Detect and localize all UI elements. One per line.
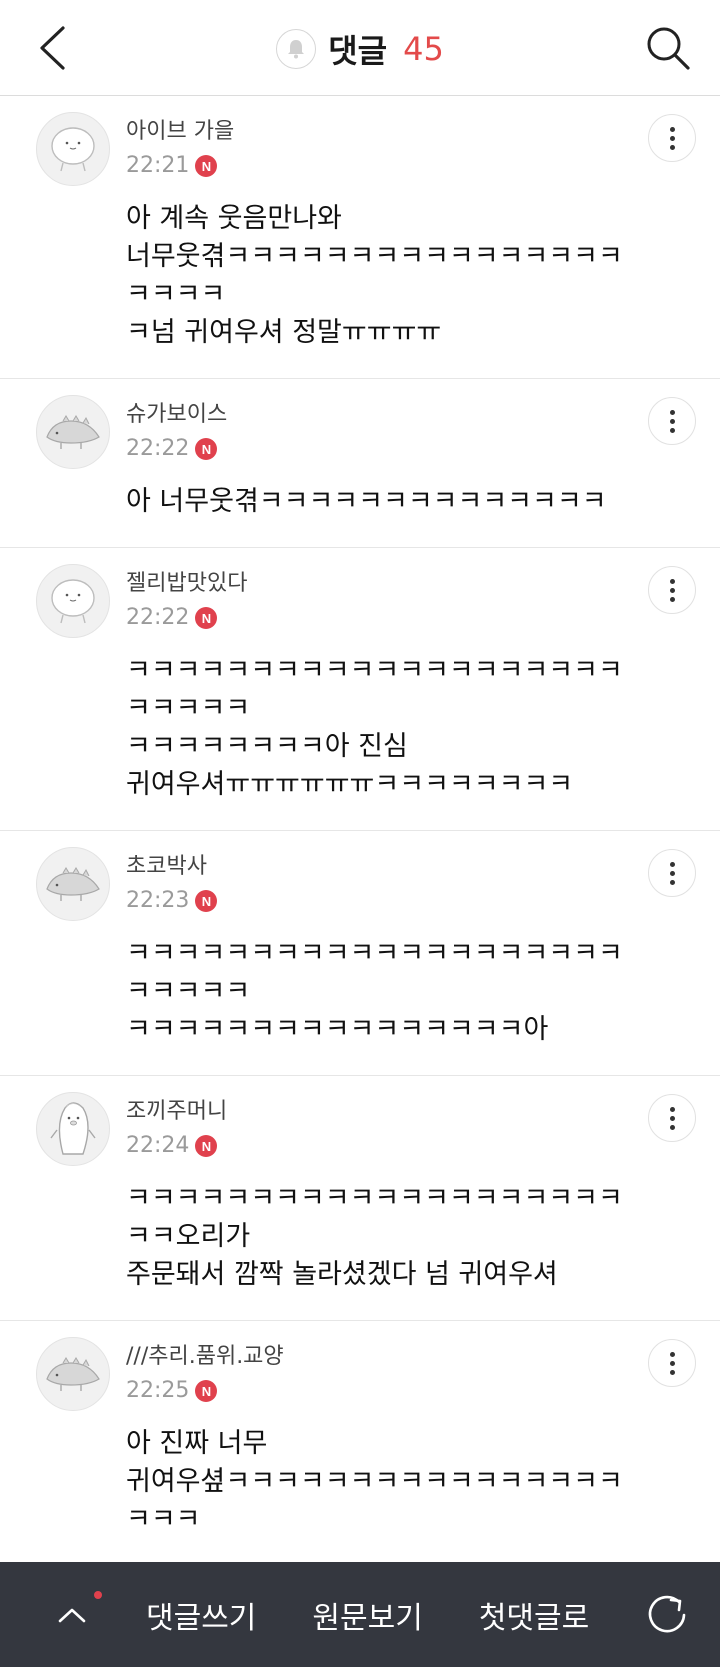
- notification-dot: [94, 1590, 102, 1599]
- comment-time: 22:23: [126, 888, 190, 913]
- scroll-top-button[interactable]: [36, 1579, 108, 1651]
- refresh-icon: [648, 1595, 686, 1632]
- comment-item: 초코박사 22:23 N ㅋㅋㅋㅋㅋㅋㅋㅋㅋㅋㅋㅋㅋㅋㅋㅋㅋㅋㅋㅋㅋㅋㅋㅋㅋ ㅋㅋㅋㅋ…: [0, 831, 720, 1076]
- bell-icon[interactable]: [276, 29, 317, 69]
- chevron-up-icon: [58, 1608, 86, 1622]
- comment-nickname[interactable]: 아이브 가을: [126, 118, 630, 146]
- comment-text: 아 계속 웃음만나와 너무웃겪ㅋㅋㅋㅋㅋㅋㅋㅋㅋㅋㅋㅋㅋㅋㅋㅋㅋㅋㅋㅋ ㅋ넘 귀…: [126, 203, 623, 348]
- more-dot: [669, 1115, 675, 1121]
- new-badge: N: [195, 438, 218, 460]
- more-dot: [669, 578, 675, 584]
- more-dot: [669, 1351, 675, 1357]
- more-dot: [669, 427, 675, 433]
- comment-list[interactable]: 아이브 가을 22:21 N 아 계속 웃음만나와 너무웃겪ㅋㅋㅋㅋㅋㅋㅋㅋㅋㅋㅋㅋㅋ…: [0, 96, 720, 1562]
- view-original-button[interactable]: 원문보기: [312, 1593, 422, 1637]
- new-badge: N: [195, 1135, 218, 1157]
- comment-time: 22:21: [126, 153, 190, 178]
- more-dot: [669, 1106, 675, 1112]
- comment-nickname[interactable]: 슈가보이스: [126, 401, 630, 429]
- more-dot: [669, 418, 675, 424]
- first-comment-button[interactable]: 첫댓글로: [479, 1593, 589, 1637]
- avatar[interactable]: [36, 564, 110, 638]
- comment-item: ///추리.품위.교양 22:25 N 아 진짜 너무 귀여우셮ㅋㅋㅋㅋㅋㅋㅋㅋㅋㅋㅋ…: [0, 1321, 720, 1562]
- new-badge: N: [195, 1380, 218, 1402]
- avatar[interactable]: [36, 847, 110, 921]
- bottom-action-bar: 댓글쓰기 원문보기 첫댓글로: [0, 1562, 720, 1667]
- more-options-button[interactable]: [648, 114, 696, 162]
- more-dot: [669, 1369, 675, 1375]
- comment-text: ㅋㅋㅋㅋㅋㅋㅋㅋㅋㅋㅋㅋㅋㅋㅋㅋㅋㅋㅋㅋㅋㅋㅋㅋㅋ ㅋㅋㅋㅋㅋㅋㅋㅋ아 진심 귀…: [126, 655, 623, 800]
- more-options-button[interactable]: [648, 1094, 696, 1142]
- comment-text: 아 너무웃겪ㅋㅋㅋㅋㅋㅋㅋㅋㅋㅋㅋㅋㅋㅋ: [126, 486, 607, 517]
- avatar[interactable]: [36, 1092, 110, 1166]
- more-dot: [669, 1360, 675, 1366]
- comment-item: 젤리밥맛있다 22:22 N ㅋㅋㅋㅋㅋㅋㅋㅋㅋㅋㅋㅋㅋㅋㅋㅋㅋㅋㅋㅋㅋㅋㅋㅋㅋ ㅋㅋ…: [0, 548, 720, 831]
- comment-item: 슈가보이스 22:22 N 아 너무웃겪ㅋㅋㅋㅋㅋㅋㅋㅋㅋㅋㅋㅋㅋㅋ: [0, 379, 720, 548]
- more-dot: [669, 126, 675, 132]
- search-icon: [647, 27, 690, 70]
- new-badge: N: [195, 155, 218, 177]
- more-dot: [669, 879, 675, 885]
- comment-text: 아 진짜 너무 귀여우셮ㅋㅋㅋㅋㅋㅋㅋㅋㅋㅋㅋㅋㅋㅋㅋㅋㅋㅋㅋ: [126, 1428, 623, 1535]
- comment-time: 22:22: [126, 605, 190, 630]
- comment-nickname[interactable]: ///추리.품위.교양: [126, 1343, 630, 1371]
- comment-text: ㅋㅋㅋㅋㅋㅋㅋㅋㅋㅋㅋㅋㅋㅋㅋㅋㅋㅋㅋㅋㅋㅋ오리가 주문돼서 깜짝 놀라셨겠다 …: [126, 1183, 623, 1290]
- comment-time: 22:22: [126, 436, 190, 461]
- more-dot: [669, 144, 675, 150]
- search-button[interactable]: [640, 20, 696, 76]
- comment-item: 아이브 가을 22:21 N 아 계속 웃음만나와 너무웃겪ㅋㅋㅋㅋㅋㅋㅋㅋㅋㅋㅋㅋㅋ…: [0, 96, 720, 379]
- page-title: 댓글: [328, 32, 388, 70]
- avatar[interactable]: [36, 395, 110, 469]
- more-dot: [669, 861, 675, 867]
- header-bar: 댓글 45: [0, 0, 720, 96]
- more-dot: [669, 409, 675, 415]
- new-badge: N: [195, 890, 218, 912]
- more-dot: [669, 1124, 675, 1130]
- more-options-button[interactable]: [648, 1339, 696, 1387]
- more-dot: [669, 135, 675, 141]
- avatar[interactable]: [36, 112, 110, 186]
- comment-nickname[interactable]: 초코박사: [126, 853, 630, 881]
- more-options-button[interactable]: [648, 849, 696, 897]
- more-dot: [669, 587, 675, 593]
- comment-time: 22:24: [126, 1133, 190, 1158]
- comment-nickname[interactable]: 조끼주머니: [126, 1098, 630, 1126]
- more-options-button[interactable]: [648, 566, 696, 614]
- page-title-group: 댓글 45: [0, 26, 720, 72]
- more-dot: [669, 870, 675, 876]
- write-comment-button[interactable]: 댓글쓰기: [146, 1593, 256, 1637]
- comment-count: 45: [403, 30, 444, 68]
- new-badge: N: [195, 607, 218, 629]
- more-options-button[interactable]: [648, 397, 696, 445]
- avatar[interactable]: [36, 1337, 110, 1411]
- comment-item: 조끼주머니 22:24 N ㅋㅋㅋㅋㅋㅋㅋㅋㅋㅋㅋㅋㅋㅋㅋㅋㅋㅋㅋㅋㅋㅋ오리가 주문돼…: [0, 1076, 720, 1321]
- comment-text: ㅋㅋㅋㅋㅋㅋㅋㅋㅋㅋㅋㅋㅋㅋㅋㅋㅋㅋㅋㅋㅋㅋㅋㅋㅋ ㅋㅋㅋㅋㅋㅋㅋㅋㅋㅋㅋㅋㅋㅋ…: [126, 938, 623, 1045]
- more-dot: [669, 596, 675, 602]
- comment-nickname[interactable]: 젤리밥맛있다: [126, 570, 630, 598]
- comment-time: 22:25: [126, 1378, 190, 1403]
- refresh-button[interactable]: [635, 1583, 699, 1647]
